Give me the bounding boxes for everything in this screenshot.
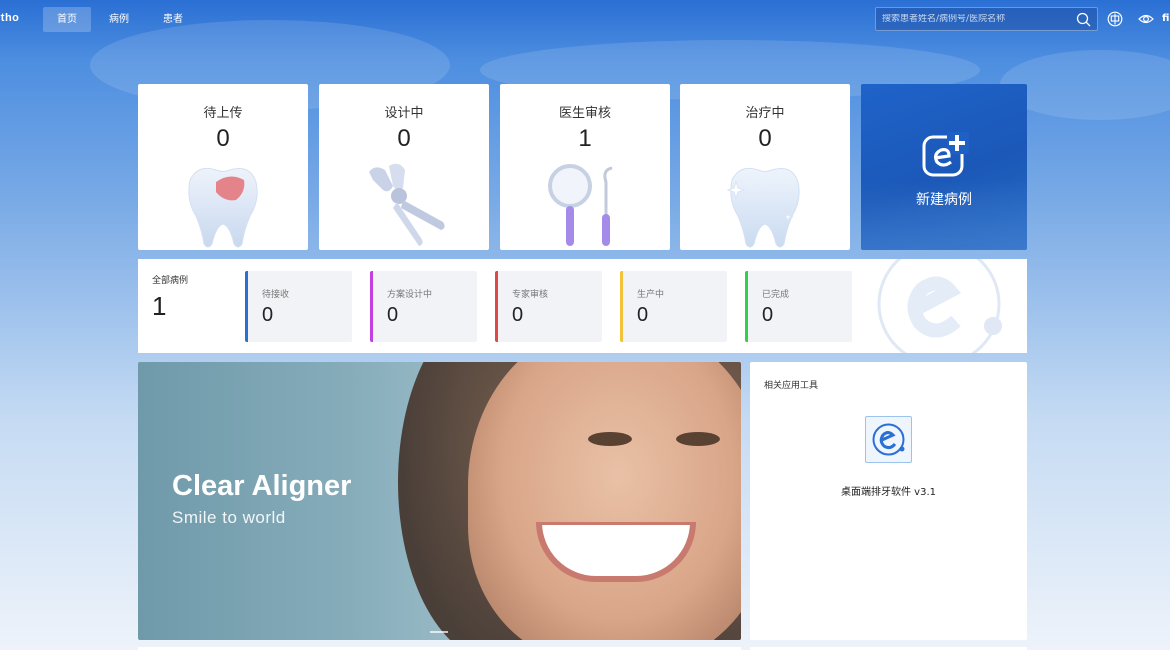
status-card-pending-upload[interactable]: 待上传 0 <box>138 84 308 250</box>
search-input[interactable] <box>876 14 1066 24</box>
brand-watermark-icon <box>877 259 1002 353</box>
eye-icon[interactable] <box>1138 11 1154 27</box>
status-card-title: 待上传 <box>203 106 243 121</box>
desktop-app-label: 桌面端排牙软件 v3.1 <box>841 487 936 498</box>
desktop-app-button[interactable] <box>865 416 912 463</box>
summary-item-production[interactable]: 生产中 0 <box>620 271 727 342</box>
case-summary-panel: 全部病例 1 待接收 0 方案设计中 0 专家审核 0 生产中 0 已完成 0 <box>138 259 1027 353</box>
nav-item-home[interactable]: 首页 <box>43 7 91 32</box>
carousel-indicator[interactable] <box>430 631 448 633</box>
tools-title: 相关应用工具 <box>764 381 819 391</box>
summary-item-label: 专家审核 <box>512 290 549 300</box>
brand-logo[interactable]: rtho <box>0 12 19 24</box>
summary-item-to-receive[interactable]: 待接收 0 <box>245 271 352 342</box>
status-card-in-treatment[interactable]: 治疗中 0 <box>680 84 850 250</box>
status-card-count: 1 <box>578 125 592 152</box>
tooth-icon <box>188 167 258 248</box>
search-icon[interactable] <box>1076 12 1091 27</box>
all-cases-count[interactable]: 1 <box>152 291 166 322</box>
status-card-count: 0 <box>216 125 230 152</box>
new-case-label: 新建病例 <box>916 192 972 208</box>
top-navigation-bar: rtho 首页 病例 患者 fi <box>0 0 1170 38</box>
summary-item-count: 0 <box>762 304 774 326</box>
status-card-count: 0 <box>758 125 772 152</box>
all-cases-label: 全部病例 <box>152 276 189 286</box>
summary-item-label: 生产中 <box>637 290 665 300</box>
status-card-title: 治疗中 <box>745 106 785 121</box>
nav-item-cases[interactable]: 病例 <box>95 7 143 32</box>
summary-item-label: 待接收 <box>262 290 290 300</box>
summary-item-expert-review[interactable]: 专家审核 0 <box>495 271 602 342</box>
summary-item-count: 0 <box>387 304 399 326</box>
status-card-doctor-review[interactable]: 医生审核 1 <box>500 84 670 250</box>
status-card-count: 0 <box>397 125 411 152</box>
summary-item-completed[interactable]: 已完成 0 <box>745 271 852 342</box>
banner-subtitle: Smile to world <box>172 508 286 527</box>
summary-item-label: 方案设计中 <box>387 290 433 300</box>
banner-photo <box>676 432 720 446</box>
dental-mirror-icon <box>548 164 613 246</box>
banner-title: Clear Aligner <box>172 470 352 502</box>
language-icon[interactable] <box>1107 11 1123 27</box>
summary-item-label: 已完成 <box>762 290 790 300</box>
status-card-designing[interactable]: 设计中 0 <box>319 84 489 250</box>
related-tools-panel: 相关应用工具 桌面端排牙软件 v3.1 <box>750 362 1027 640</box>
user-menu-label[interactable]: fi <box>1162 13 1169 24</box>
new-case-button[interactable]: 新建病例 <box>861 84 1027 250</box>
add-case-icon <box>922 132 969 177</box>
status-card-title: 医生审核 <box>558 106 611 121</box>
e-app-icon <box>872 423 905 456</box>
summary-item-count: 0 <box>637 304 649 326</box>
summary-item-count: 0 <box>512 304 524 326</box>
summary-item-count: 0 <box>262 304 274 326</box>
banner-photo <box>588 432 632 446</box>
search-box <box>875 7 1098 31</box>
summary-item-plan-design[interactable]: 方案设计中 0 <box>370 271 477 342</box>
sparkle-tooth-icon <box>726 167 800 248</box>
pliers-icon <box>369 163 445 246</box>
nav-item-patients[interactable]: 患者 <box>149 7 197 32</box>
status-card-title: 设计中 <box>384 106 424 121</box>
promo-banner[interactable]: Clear Aligner Smile to world <box>138 362 741 640</box>
banner-photo <box>468 362 741 640</box>
